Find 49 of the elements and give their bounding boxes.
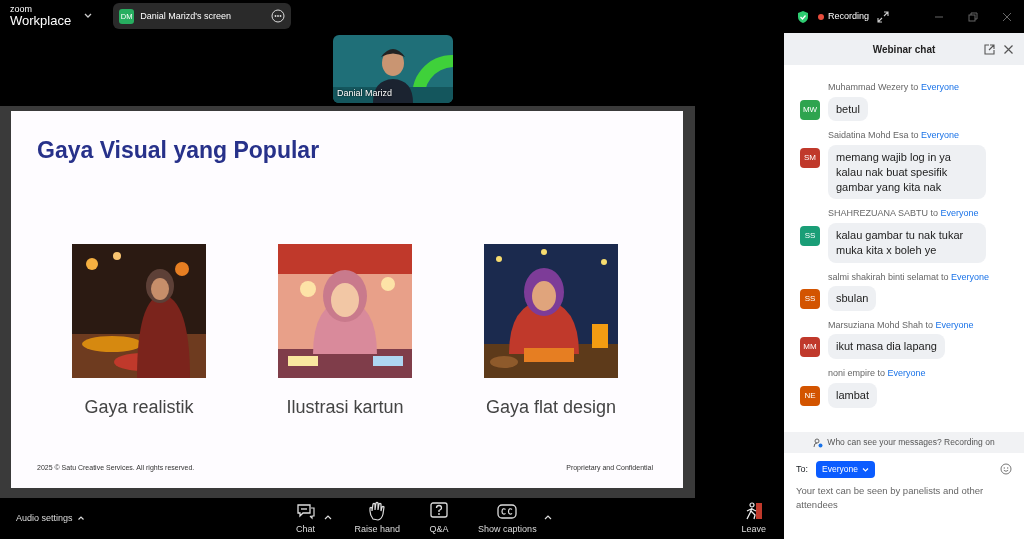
recipient-dropdown[interactable]: Everyone bbox=[816, 461, 875, 478]
to-label: To: bbox=[796, 462, 808, 476]
message-bubble: betul bbox=[828, 96, 868, 122]
hand-button[interactable]: Raise hand bbox=[348, 500, 407, 537]
qa-button[interactable]: Q&A bbox=[422, 500, 457, 537]
audio-settings-button[interactable]: Audio settings bbox=[12, 511, 89, 526]
more-icon[interactable] bbox=[271, 9, 286, 24]
message-sender: salmi shakirah binti selamat to Everyone bbox=[827, 270, 991, 284]
message-bubble: sbulan bbox=[828, 286, 877, 311]
message-sender: noni empire to Everyone bbox=[827, 367, 927, 381]
participant-name: Danial Marizd bbox=[337, 87, 393, 101]
slide-title: Gaya Visual yang Popular bbox=[37, 136, 321, 165]
message-sender: Marsuziana Mohd Shah to Everyone bbox=[827, 318, 975, 332]
message-sender: SHAHREZUANA SABTU to Everyone bbox=[827, 207, 980, 221]
chat-button[interactable]: Chat bbox=[288, 500, 323, 537]
message-input[interactable]: Your text can be seen by panelists and other attendees bbox=[796, 483, 1012, 518]
message-bubble: lambat bbox=[828, 382, 878, 408]
chat-title: Webinar chat bbox=[872, 42, 936, 57]
image-caption: Ilustrasi kartun bbox=[286, 396, 404, 420]
chevron-down-icon bbox=[861, 465, 869, 473]
image-caption: Gaya flat design bbox=[485, 396, 617, 420]
cc-button[interactable]: Show captions bbox=[472, 500, 543, 537]
message-bubble: ikut masa dia lapang bbox=[828, 334, 945, 360]
avatar: SM bbox=[800, 147, 820, 168]
people-icon bbox=[813, 437, 824, 448]
message-bubble: memang wajib log in ya kalau nak buat spesifik gambar yang kita nak bbox=[828, 144, 986, 200]
close-icon[interactable] bbox=[1003, 43, 1014, 55]
close-icon[interactable] bbox=[1002, 11, 1012, 22]
recording-dot-icon bbox=[818, 13, 824, 20]
message-sender: Muhammad Wezery to Everyone bbox=[827, 81, 960, 94]
emoji-icon[interactable] bbox=[1000, 463, 1012, 476]
privacy-notice: Who can see your messages? Recording on bbox=[827, 436, 995, 449]
expand-icon[interactable] bbox=[877, 10, 890, 23]
shield-icon[interactable] bbox=[796, 9, 810, 24]
logo-text: Workplace bbox=[10, 14, 72, 28]
recording-label: Recording bbox=[828, 9, 870, 23]
avatar: MM bbox=[800, 337, 820, 358]
message-bubble: kalau gambar tu nak tukar muka kita x boleh ye bbox=[828, 222, 986, 263]
message-sender: Saidatina Mohd Esa to Everyone bbox=[827, 129, 961, 143]
avatar: SS bbox=[800, 289, 820, 310]
avatar: NE bbox=[800, 385, 820, 406]
pop-out-icon[interactable] bbox=[984, 43, 995, 55]
avatar: SS bbox=[800, 225, 820, 246]
avatar: MW bbox=[800, 99, 820, 120]
question-icon bbox=[428, 500, 451, 521]
leave-button[interactable]: Leave bbox=[735, 500, 772, 537]
logo-text: zoom bbox=[10, 5, 33, 15]
share-label: Danial Marizd's screen bbox=[140, 10, 231, 21]
image-caption: Gaya realistik bbox=[84, 396, 194, 420]
